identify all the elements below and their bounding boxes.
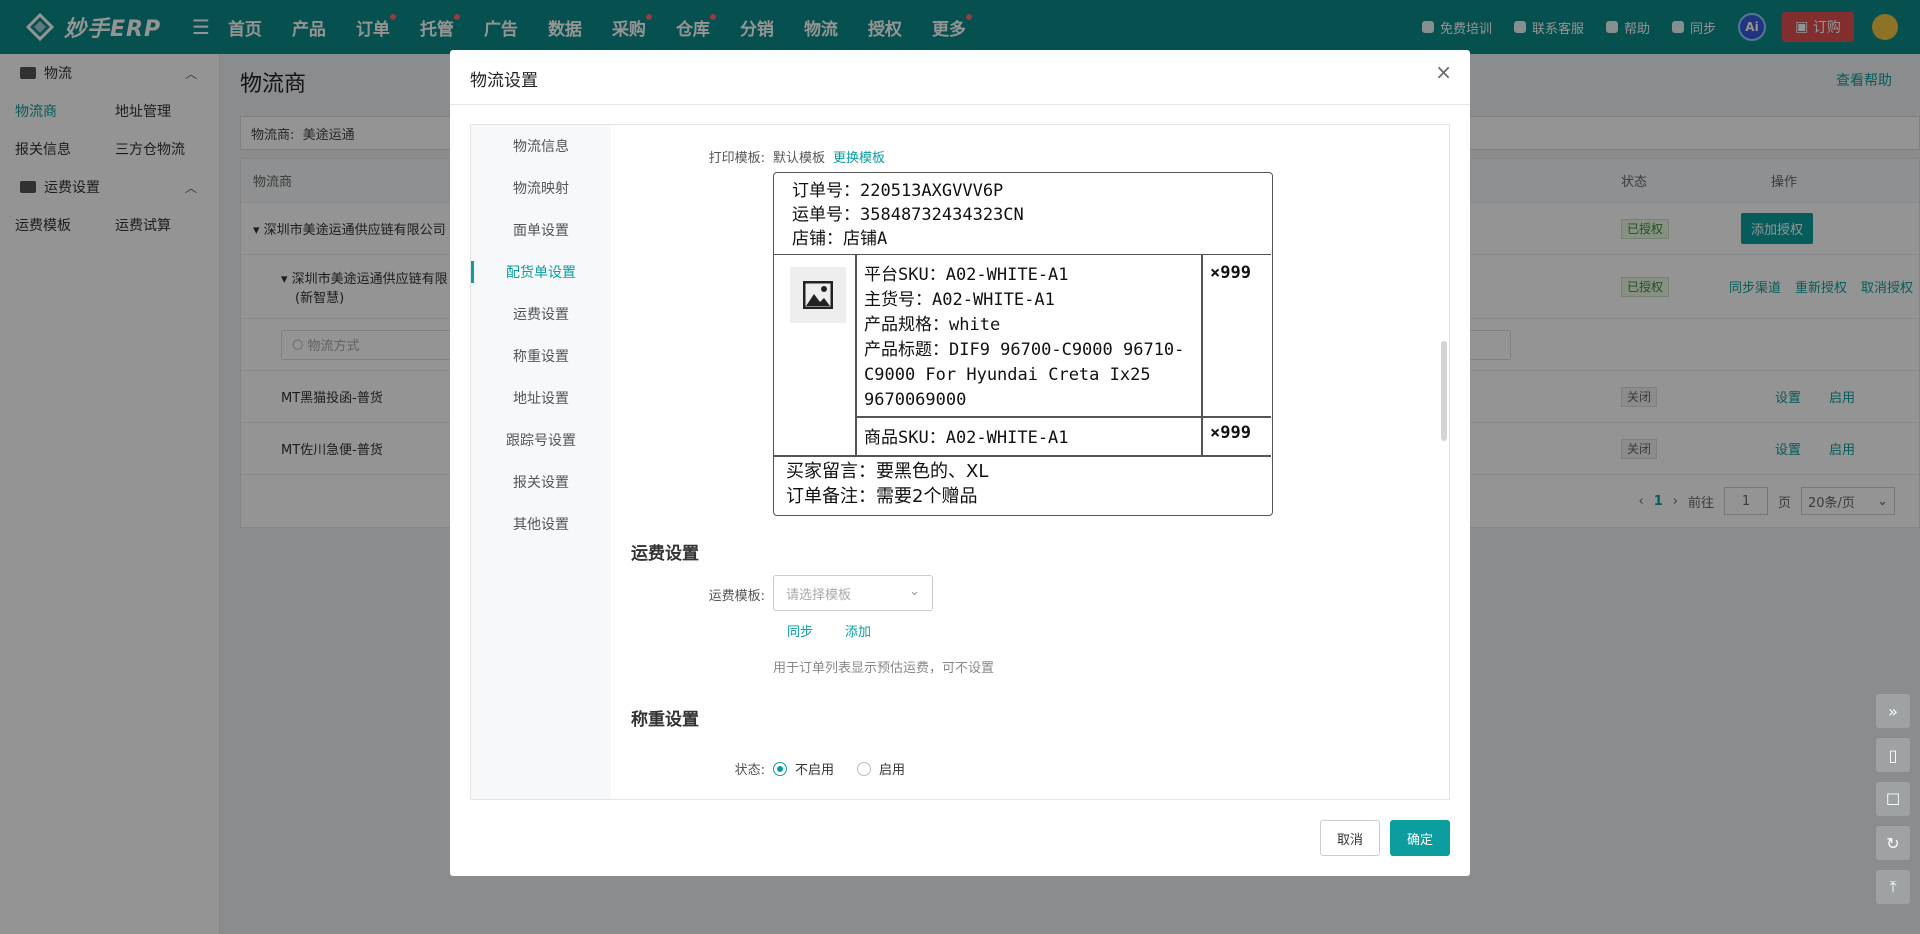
preview-shop: 店铺：店铺A — [792, 229, 888, 249]
preview-main-sku: 主货号：A02-WHITE-A1 — [864, 290, 1055, 310]
weigh-section-title: 称重设置 — [631, 710, 699, 730]
weigh-status-label: 状态: — [734, 763, 765, 778]
scrollbar[interactable] — [1441, 341, 1447, 441]
tab-other[interactable]: 其他设置 — [471, 503, 611, 545]
freight-hint: 用于订单列表显示预估运费，可不设置 — [773, 661, 995, 676]
preview-product-sku: 商品SKU：A02-WHITE-A1 — [864, 428, 1069, 448]
tab-weighing[interactable]: 称重设置 — [471, 335, 611, 377]
tab-picking-slip[interactable]: 配货单设置 — [471, 251, 611, 293]
divider — [774, 455, 1271, 457]
freight-section-title: 运费设置 — [631, 544, 699, 564]
change-template-link[interactable]: 更换模板 — [833, 147, 885, 166]
preview-qty: ×999 — [1210, 423, 1251, 443]
select-placeholder: 请选择模板 — [786, 587, 852, 603]
mobile-icon[interactable]: ▯ — [1876, 738, 1910, 772]
print-template-label: 打印模板: — [708, 151, 765, 166]
tab-label-settings[interactable]: 面单设置 — [471, 209, 611, 251]
close-icon[interactable]: × — [1435, 60, 1452, 84]
modal-body: 物流信息 物流映射 面单设置 配货单设置 运费设置 称重设置 地址设置 跟踪号设… — [470, 124, 1450, 800]
image-placeholder-icon — [790, 267, 846, 323]
preview-spec: 产品规格：white — [864, 315, 1001, 335]
freight-template-select[interactable]: 请选择模板 ⌄ — [773, 575, 933, 611]
weigh-off-radio[interactable]: 不启用 — [773, 759, 834, 778]
sync-freight-link[interactable]: 同步 — [787, 621, 813, 640]
preview-header: 订单号：220513AXGVVV6P 运单号：35848732434323CN … — [774, 173, 1271, 255]
tab-logistics-mapping[interactable]: 物流映射 — [471, 167, 611, 209]
floating-tools: » ▯ ☐ ↻ ⤒ — [1876, 694, 1910, 904]
picking-slip-preview: 订单号：220513AXGVVV6P 运单号：35848732434323CN … — [773, 172, 1273, 516]
note-icon[interactable]: ☐ — [1876, 782, 1910, 816]
tab-logistics-info[interactable]: 物流信息 — [471, 125, 611, 167]
tab-customs[interactable]: 报关设置 — [471, 461, 611, 503]
radio-label: 启用 — [879, 763, 906, 778]
logistics-settings-modal: 物流设置 × 物流信息 物流映射 面单设置 配货单设置 运费设置 称重设置 地址… — [450, 50, 1470, 876]
preview-platform-sku: 平台SKU：A02-WHITE-A1 — [864, 265, 1069, 285]
divider — [450, 104, 1470, 105]
chevron-down-icon: ⌄ — [909, 584, 920, 599]
default-template: 默认模板 — [773, 151, 826, 166]
preview-notes: 买家留言：要黑色的、XL 订单备注：需要2个赠品 — [786, 459, 988, 509]
preview-order-no: 订单号：220513AXGVVV6P — [792, 181, 1004, 201]
modal-title: 物流设置 — [470, 71, 538, 91]
radio-label: 不启用 — [795, 763, 835, 778]
preview-order-note: 订单备注：需要2个赠品 — [786, 486, 978, 507]
divider — [1201, 255, 1203, 455]
expand-icon[interactable]: » — [1876, 694, 1910, 728]
divider — [855, 416, 1271, 418]
preview-waybill: 运单号：35848732434323CN — [792, 205, 1024, 225]
tab-address[interactable]: 地址设置 — [471, 377, 611, 419]
confirm-button[interactable]: 确定 — [1390, 820, 1450, 856]
freight-template-label: 运费模板: — [708, 589, 765, 604]
radio-unchecked-icon — [857, 761, 871, 776]
settings-content: 打印模板: 默认模板 更换模板 订单号：220513AXGVVV6P 运单号：3… — [611, 125, 1449, 799]
tab-freight[interactable]: 运费设置 — [471, 293, 611, 335]
back-to-top-icon[interactable]: ⤒ — [1876, 870, 1910, 904]
weigh-on-radio[interactable]: 启用 — [857, 759, 905, 778]
add-freight-link[interactable]: 添加 — [845, 621, 871, 640]
divider — [855, 255, 857, 455]
preview-buyer-note: 买家留言：要黑色的、XL — [786, 461, 989, 482]
preview-title: 产品标题：DIF9 96700-C9000 96710-C9000 For Hy… — [864, 340, 1185, 410]
preview-qty: ×999 — [1210, 263, 1251, 283]
cancel-button[interactable]: 取消 — [1320, 820, 1380, 856]
settings-tabs: 物流信息 物流映射 面单设置 配货单设置 运费设置 称重设置 地址设置 跟踪号设… — [471, 125, 611, 799]
refresh-icon[interactable]: ↻ — [1876, 826, 1910, 860]
tab-tracking-number[interactable]: 跟踪号设置 — [471, 419, 611, 461]
preview-product-info: 平台SKU：A02-WHITE-A1 主货号：A02-WHITE-A1 产品规格… — [864, 263, 1194, 413]
radio-checked-icon — [773, 761, 787, 776]
